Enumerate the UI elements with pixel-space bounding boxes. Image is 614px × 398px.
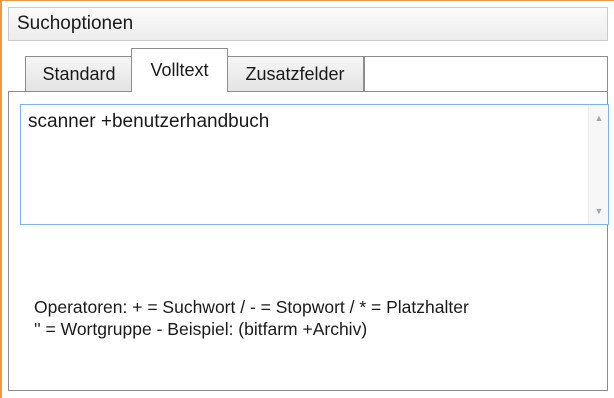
operator-help-line-1: Operatoren: + = Suchwort / - = Stopwort …	[34, 297, 469, 317]
query-scrollbar[interactable]: ▲ ▼	[588, 105, 608, 224]
fulltext-query-input[interactable]: scanner +benutzerhandbuch ▲ ▼	[20, 104, 609, 225]
tab-standard[interactable]: Standard	[25, 56, 133, 92]
operator-help-line-2: '' = Wortgruppe - Beispiel: (bitfarm +Ar…	[34, 319, 368, 339]
operator-help: Operatoren: + = Suchwort / - = Stopwort …	[34, 296, 594, 340]
tab-zusatzfelder[interactable]: Zusatzfelder	[226, 56, 364, 92]
tab-volltext[interactable]: Volltext	[131, 48, 228, 92]
scroll-down-icon[interactable]: ▼	[589, 202, 609, 220]
panel-title: Suchoptionen	[17, 13, 134, 34]
tab-strip: Standard Volltext Zusatzfelder	[8, 48, 608, 92]
tab-strip-filler	[364, 56, 608, 92]
fulltext-query-value: scanner +benutzerhandbuch	[28, 111, 270, 132]
scroll-up-icon[interactable]: ▲	[589, 109, 609, 127]
panel-title-bar: Suchoptionen	[8, 7, 608, 41]
